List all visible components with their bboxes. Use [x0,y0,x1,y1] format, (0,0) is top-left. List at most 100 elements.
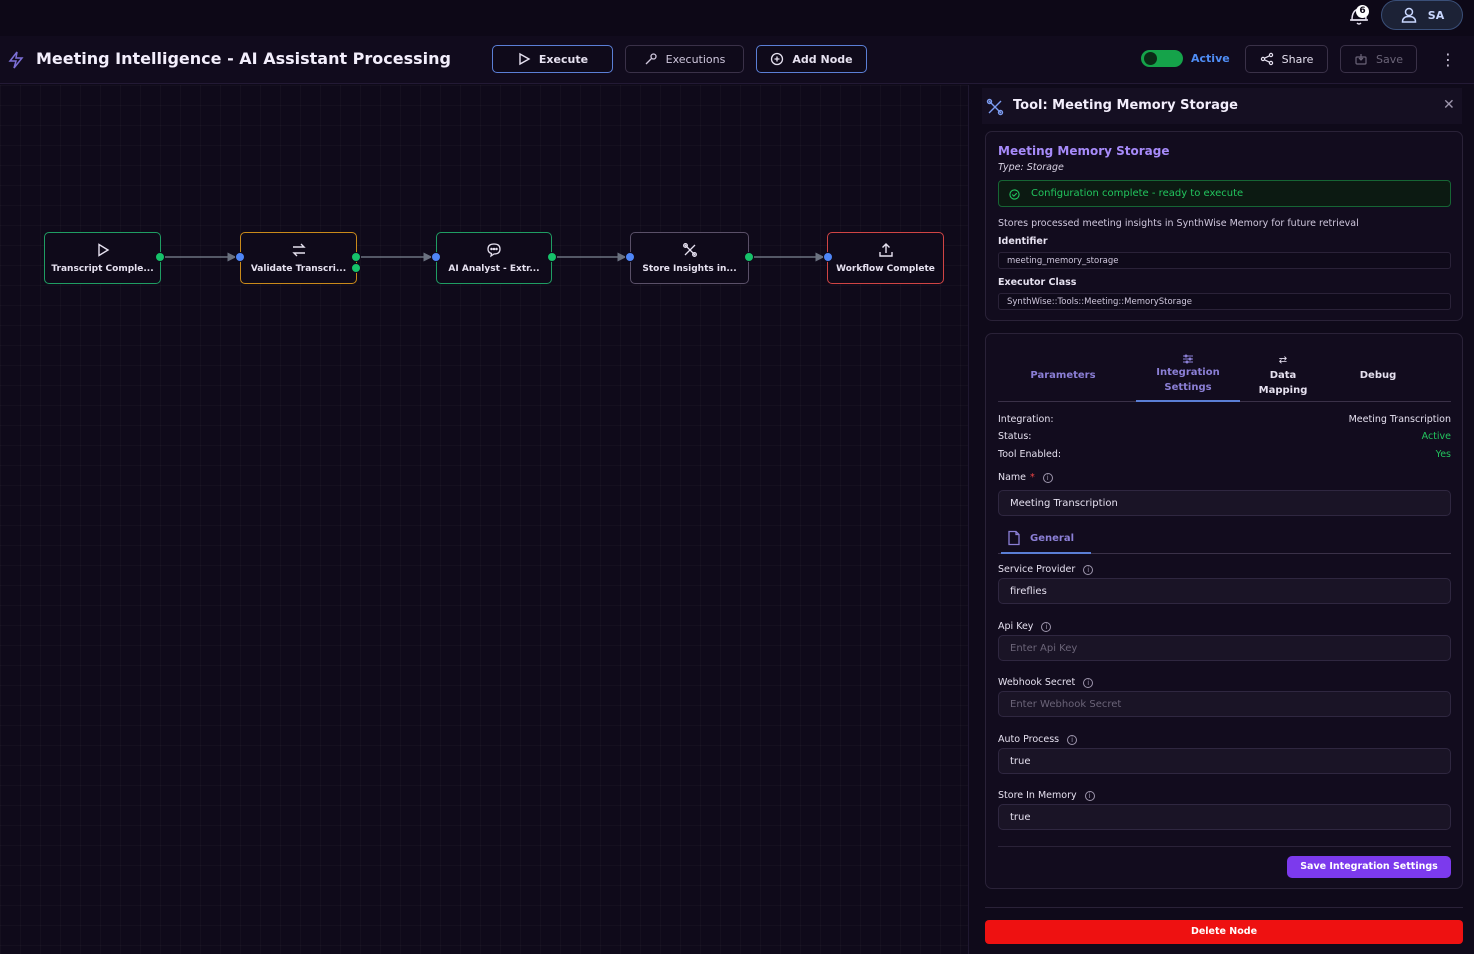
tab-data-mapping-label: ⇄ Data Mapping [1248,353,1318,398]
add-node-button[interactable]: Add Node [756,45,867,73]
node-label: Store Insights in... [642,264,737,274]
name-input[interactable]: Meeting Transcription [998,490,1451,516]
workflow-node[interactable]: Workflow Complete [827,232,944,284]
share-label: Share [1281,52,1314,66]
user-menu-button[interactable]: SA [1381,0,1463,30]
tab-parameters-label: Parameters [1030,369,1096,381]
executions-button[interactable]: Executions [625,45,744,73]
config-tabs-card: Parameters Integration Settings ⇄ Data M… [985,333,1463,889]
execute-button[interactable]: Execute [492,45,613,73]
status-value: Active [1421,431,1451,442]
input-port[interactable] [823,252,833,262]
executor-class-label: Executor Class [998,277,1077,288]
output-port[interactable] [744,252,754,262]
swap-icon: ⇄ [1278,354,1288,366]
output-port[interactable] [547,252,557,262]
workflow-canvas[interactable]: Transcript Comple... Validate Transcri..… [0,85,968,954]
tab-data-mapping[interactable]: ⇄ Data Mapping [1248,348,1318,402]
tool-enabled-value: Yes [1435,449,1451,460]
tab-integration-settings[interactable]: Integration Settings [1136,348,1240,402]
workflow-node[interactable]: Transcript Comple... [44,232,161,284]
tab-parameters[interactable]: Parameters [1018,348,1108,402]
notification-bell-icon[interactable]: 6 [1346,2,1372,28]
webhook-secret-input[interactable]: Enter Webhook Secret [998,691,1451,717]
integration-row: Integration: Meeting Transcription [998,414,1451,428]
info-icon[interactable]: i [1084,790,1095,801]
top-bar: 6 SA [0,0,1474,36]
check-circle-icon [1009,189,1020,200]
workflow-node[interactable]: AI Analyst - Extr... [436,232,552,284]
auto-process-text: Auto Process [998,734,1060,745]
tools-icon [986,98,1004,116]
notification-count-badge: 6 [1356,5,1369,18]
webhook-secret-text: Webhook Secret [998,677,1076,688]
webhook-secret-label: Webhook Secret i [998,677,1094,688]
info-icon[interactable]: i [1042,472,1053,483]
tab-general-label: General [1030,532,1074,544]
input-port[interactable] [235,252,245,262]
user-icon [1401,7,1417,23]
tab-general[interactable]: General [1001,524,1091,554]
identifier-label: Identifier [998,236,1048,247]
node-config-panel: Tool: Meeting Memory Storage ✕ Meeting M… [968,85,1474,954]
general-tab-bar: General [998,524,1451,554]
service-provider-input[interactable]: fireflies [998,578,1451,604]
store-in-memory-input[interactable]: true [998,804,1451,830]
play-icon [519,52,531,66]
tab-integration-label: Integration Settings [1156,366,1220,393]
divider [985,907,1463,908]
api-key-label: Api Key i [998,621,1052,632]
executions-label: Executions [665,52,726,66]
input-port[interactable] [625,252,635,262]
active-toggle[interactable] [1141,50,1183,67]
workflow-title: Meeting Intelligence - AI Assistant Proc… [36,49,451,68]
tab-data-mapping-text: Data Mapping [1258,369,1308,396]
swap-icon [291,243,306,257]
output-port[interactable] [155,252,165,262]
workflow-node[interactable]: Store Insights in... [630,232,749,284]
tools-icon [682,243,697,257]
output-port[interactable] [351,252,361,262]
node-label: Transcript Comple... [51,264,154,274]
config-status-banner: Configuration complete - ready to execut… [998,180,1451,207]
info-icon[interactable]: i [1083,564,1094,575]
required-marker: * [1030,472,1035,483]
workflow-header: Meeting Intelligence - AI Assistant Proc… [0,36,1474,84]
save-button[interactable]: Save [1340,45,1417,73]
panel-title: Tool: Meeting Memory Storage [1013,98,1238,113]
share-button[interactable]: Share [1245,45,1328,73]
status-label: Status: [998,431,1032,442]
toggle-knob [1144,52,1157,65]
panel-header: Tool: Meeting Memory Storage ✕ [982,88,1462,124]
sliders-icon [1183,354,1193,363]
more-menu-icon[interactable]: ⋮ [1440,51,1456,69]
wrench-icon [645,53,657,65]
service-provider-text: Service Provider [998,564,1076,575]
workflow-node[interactable]: Validate Transcri... [240,232,357,284]
chat-icon [487,243,501,258]
tool-enabled-label: Tool Enabled: [998,449,1062,460]
plus-circle-icon [771,52,784,66]
api-key-input[interactable]: Enter Api Key [998,635,1451,661]
node-summary-card: Meeting Memory Storage Type: Storage Con… [985,131,1463,321]
api-key-text: Api Key [998,621,1034,632]
node-description: Stores processed meeting insights in Syn… [998,218,1359,229]
node-name: Meeting Memory Storage [998,144,1170,158]
node-label: Validate Transcri... [250,264,347,274]
info-icon[interactable]: i [1067,734,1078,745]
tab-debug[interactable]: Debug [1338,348,1418,402]
service-provider-label: Service Provider i [998,564,1094,575]
share-icon [1260,52,1273,66]
info-icon[interactable]: i [1041,621,1052,632]
output-port-alt[interactable] [351,263,361,273]
identifier-field: meeting_memory_storage [998,252,1451,269]
info-icon[interactable]: i [1083,677,1094,688]
close-icon[interactable]: ✕ [1443,97,1455,113]
auto-process-input[interactable]: true [998,748,1451,774]
delete-node-button[interactable]: Delete Node [985,920,1463,944]
node-label: AI Analyst - Extr... [448,264,540,274]
bolt-icon [8,51,24,69]
play-icon [97,243,109,257]
save-integration-settings-button[interactable]: Save Integration Settings [1287,856,1451,878]
input-port[interactable] [431,252,441,262]
